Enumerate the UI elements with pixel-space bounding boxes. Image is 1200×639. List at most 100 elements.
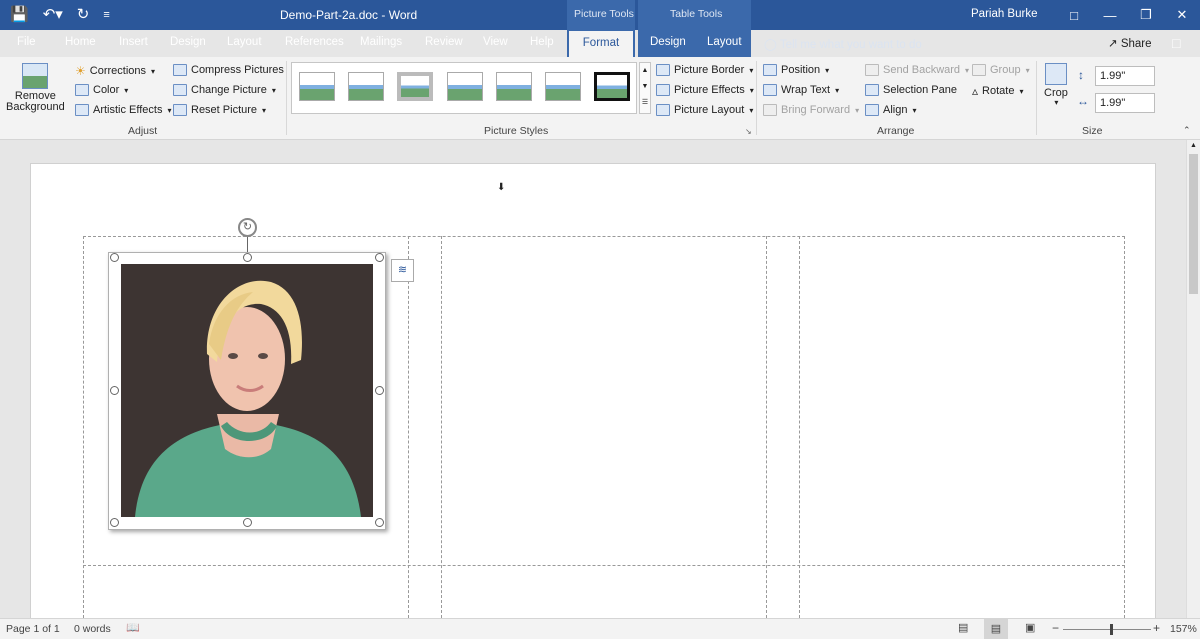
style-thumbnail[interactable] [299,72,335,101]
layout-options-icon[interactable]: ≋ [391,259,414,282]
tab-help[interactable]: Help [530,36,554,48]
user-name[interactable]: Pariah Burke [971,8,1037,20]
dialog-launcher-icon[interactable]: ↘ [745,127,752,136]
picture-layout-button[interactable]: Picture Layout ▾ [656,104,753,116]
align-button[interactable]: Align ▾ [865,104,916,116]
style-thumbnail-selected[interactable] [594,72,630,101]
style-thumbnail[interactable] [397,72,433,101]
compress-pictures-button[interactable]: Compress Pictures [173,64,284,76]
style-thumbnail[interactable] [496,72,532,101]
tab-references[interactable]: References [285,36,344,48]
picture-effects-icon [656,84,670,96]
save-icon[interactable]: 💾 [10,6,29,24]
portrait-photo[interactable] [121,264,373,517]
collapse-ribbon-icon[interactable]: ⌃ [1183,125,1191,136]
vertical-scrollbar[interactable]: ▲ [1186,140,1200,618]
comments-icon[interactable]: □ [1172,35,1180,51]
scroll-up-icon[interactable]: ▲ [1190,142,1197,149]
gallery-scroll[interactable]: ▲ ▼ ☰ [639,62,651,114]
ribbon-display-options-icon[interactable]: □ [1056,0,1092,30]
align-label: Align [883,104,908,116]
restore-button[interactable]: ❐ [1128,0,1164,30]
style-thumbnail[interactable] [447,72,483,101]
rotate-label: Rotate [982,85,1015,97]
shape-width-input[interactable]: 1.99" [1095,93,1155,113]
close-button[interactable]: ✕ [1164,0,1200,30]
bring-forward-label: Bring Forward [781,104,851,116]
tab-file[interactable]: File [17,36,36,48]
tab-insert[interactable]: Insert [119,36,148,48]
rotate-button[interactable]: ▵ Rotate ▾ [972,84,1023,98]
resize-handle[interactable] [110,518,119,527]
compress-icon [173,64,187,76]
shape-height-input[interactable]: 1.99" [1095,66,1155,86]
resize-handle[interactable] [110,386,119,395]
chevron-down-icon: ▾ [1054,98,1059,107]
redo-icon[interactable]: ↻ [77,6,90,24]
corrections-button[interactable]: ☀ Corrections ▾ [75,64,155,78]
wrap-text-button[interactable]: Wrap Text ▾ [763,84,839,96]
style-thumbnail[interactable] [545,72,581,101]
artistic-effects-button[interactable]: Artistic Effects ▾ [75,104,172,116]
tab-table-design[interactable]: Design [650,36,686,48]
tab-format[interactable]: Format [569,31,633,57]
position-label: Position [781,64,821,76]
position-button[interactable]: Position ▾ [763,64,829,76]
tab-design[interactable]: Design [170,36,206,48]
web-layout-icon[interactable]: ▣ [1025,621,1035,634]
color-label: Color [93,84,120,96]
remove-background-button[interactable]: Remove Background [6,63,65,113]
picture-effects-button[interactable]: Picture Effects ▾ [656,84,754,96]
resize-handle[interactable] [243,253,252,262]
shape-width-value: 1.99" [1100,97,1126,109]
selection-pane-label: Selection Pane [883,84,957,96]
undo-icon[interactable]: ↶▾ [43,6,63,24]
resize-handle[interactable] [243,518,252,527]
width-icon: ↔ [1077,94,1089,108]
word-count[interactable]: 0 words [74,623,111,635]
change-picture-icon [173,84,187,96]
chevron-down-icon: ▾ [912,105,917,115]
change-picture-button[interactable]: Change Picture ▾ [173,84,276,96]
table-gridline [83,565,1125,566]
zoom-slider-thumb[interactable] [1110,624,1113,635]
tab-review[interactable]: Review [425,36,463,48]
page-indicator[interactable]: Page 1 of 1 [6,623,60,635]
resize-handle[interactable] [375,518,384,527]
proofing-icon[interactable]: 📖 [126,621,140,634]
selection-pane-button[interactable]: Selection Pane [865,84,957,96]
group-button[interactable]: Group ▾ [972,64,1030,76]
scrollbar-thumb[interactable] [1189,154,1198,294]
send-backward-button[interactable]: Send Backward ▾ [865,64,969,76]
print-layout-icon[interactable]: ▤ [984,619,1008,639]
selection-pane-icon [865,84,879,96]
rotate-handle-icon[interactable]: ↻ [238,218,257,237]
style-thumbnail[interactable] [348,72,384,101]
picture-styles-group-label: Picture Styles [484,125,549,137]
tab-table-layout[interactable]: Layout [707,36,742,48]
zoom-slider[interactable] [1063,629,1151,630]
customize-qat-icon[interactable]: ≡ [103,6,109,24]
bring-forward-button[interactable]: Bring Forward ▾ [763,104,859,116]
resize-handle[interactable] [375,253,384,262]
table-select-cursor-icon: ⬇ [497,182,506,193]
picture-border-button[interactable]: Picture Border ▾ [656,64,753,76]
color-button[interactable]: Color ▾ [75,84,128,96]
resize-handle[interactable] [110,253,119,262]
resize-handle[interactable] [375,386,384,395]
crop-button[interactable]: Crop ▾ [1044,63,1068,107]
minimize-button[interactable]: — [1092,0,1128,30]
read-mode-icon[interactable]: ▤ [958,621,968,634]
zoom-out-button[interactable]: − [1052,621,1059,635]
tab-layout[interactable]: Layout [227,36,262,48]
tab-mailings[interactable]: Mailings [360,36,402,48]
tell-me-search[interactable]: ◯ Tell me what you want to do [764,37,922,51]
share-button[interactable]: ↗ Share [1108,36,1152,50]
zoom-in-button[interactable]: + [1153,621,1160,635]
ribbon: Remove Background ☀ Corrections ▾ Color ▾ A… [0,57,1200,140]
zoom-level[interactable]: 157% [1170,623,1197,635]
reset-picture-button[interactable]: Reset Picture ▾ [173,104,266,116]
tab-view[interactable]: View [483,36,508,48]
corrections-label: Corrections [89,65,147,77]
tab-home[interactable]: Home [65,36,96,48]
